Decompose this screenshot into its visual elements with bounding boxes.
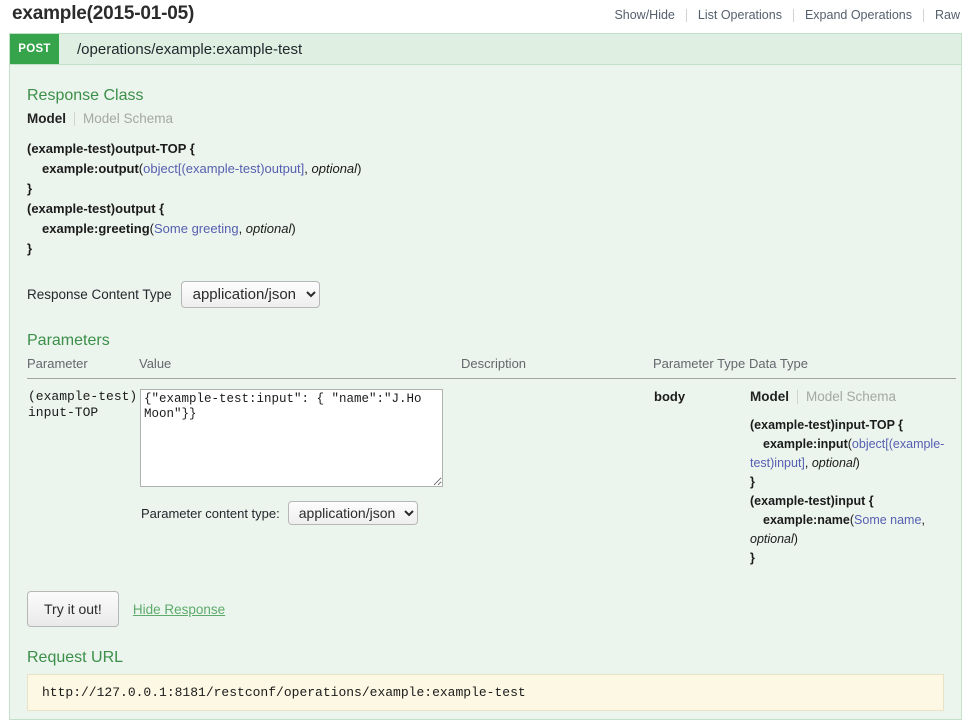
- api-header: example(2015-01-05) Show/Hide List Opera…: [0, 0, 972, 33]
- parameter-type: body: [654, 389, 686, 404]
- column-parameter: Parameter: [27, 356, 139, 379]
- paren-close: ): [855, 456, 860, 470]
- model-block-close: }: [27, 181, 33, 196]
- response-model-tabs: Model Model Schema: [27, 111, 950, 126]
- paren-close: ): [793, 532, 798, 546]
- response-class-heading: Response Class: [27, 87, 144, 104]
- try-it-out-row: Try it out! Hide Response: [27, 591, 950, 627]
- response-content-type-row: Response Content Type application/json: [27, 281, 950, 308]
- response-content-type-select[interactable]: application/json: [180, 281, 320, 308]
- tab-model-schema[interactable]: Model Schema: [798, 389, 896, 404]
- column-description: Description: [461, 356, 653, 379]
- model-block2-close: }: [27, 241, 33, 256]
- model-property-optional: optional: [811, 456, 856, 470]
- tab-model-schema[interactable]: Model Schema: [75, 111, 173, 126]
- column-data-type: Data Type: [749, 356, 956, 379]
- operation-panel: POST /operations/example:example-test Re…: [9, 33, 962, 720]
- parameter-name: (example-test)input-TOP: [28, 389, 138, 420]
- response-content-type-label: Response Content Type: [27, 287, 172, 302]
- hide-response-link[interactable]: Hide Response: [133, 602, 225, 617]
- operation-header[interactable]: POST /operations/example:example-test: [10, 34, 961, 65]
- parameter-content-type-label: Parameter content type:: [141, 505, 280, 521]
- model-property-type[interactable]: object[(example-test)output]: [143, 161, 304, 176]
- model-property-name: example:name: [763, 513, 850, 527]
- response-model-signature: (example-test)output-TOP { example:outpu…: [27, 139, 950, 259]
- tab-model[interactable]: Model: [27, 111, 74, 126]
- model-block2-open: (example-test)output {: [27, 201, 165, 216]
- parameters-heading: Parameters: [27, 332, 110, 349]
- http-method-badge: POST: [10, 34, 59, 64]
- model-block2-open: (example-test)input {: [750, 494, 874, 508]
- swagger-page: example(2015-01-05) Show/Hide List Opera…: [0, 0, 972, 720]
- operation-path: /operations/example:example-test: [77, 40, 303, 58]
- parameters-table: Parameter Value Description Parameter Ty…: [27, 356, 956, 569]
- model-block2-close: }: [750, 551, 755, 565]
- table-header-row: Parameter Value Description Parameter Ty…: [27, 356, 956, 379]
- model-block-close: }: [750, 475, 755, 489]
- paren-close: ): [291, 221, 296, 236]
- model-property-optional: optional: [750, 532, 794, 546]
- data-type-tabs: Model Model Schema: [750, 389, 955, 404]
- paren-close: ): [357, 161, 362, 176]
- model-property-type[interactable]: Some greeting: [154, 221, 239, 236]
- parameter-content-type-select[interactable]: application/json: [287, 501, 418, 525]
- request-url-heading: Request URL: [27, 649, 124, 666]
- table-row: (example-test)input-TOP Parameter conten…: [27, 379, 956, 570]
- model-property-optional: optional: [311, 161, 358, 176]
- model-property-optional: optional: [245, 221, 292, 236]
- model-property-name: example:input: [763, 437, 848, 451]
- column-parameter-type: Parameter Type: [653, 356, 749, 379]
- nav-raw[interactable]: Raw: [924, 8, 960, 22]
- parameter-description: [461, 379, 653, 570]
- comma: ,: [304, 161, 312, 176]
- column-value: Value: [139, 356, 461, 379]
- nav-expand-operations[interactable]: Expand Operations: [794, 8, 923, 22]
- comma: ,: [804, 456, 812, 470]
- parameter-value-cell: Parameter content type: application/json: [139, 379, 461, 570]
- model-property-type[interactable]: Some name: [854, 513, 921, 527]
- comma: ,: [238, 221, 246, 236]
- parameter-value-input[interactable]: [140, 389, 443, 487]
- nav-list-operations[interactable]: List Operations: [687, 8, 793, 22]
- operation-body: Response Class Model Model Schema (examp…: [10, 87, 961, 719]
- tab-model[interactable]: Model: [750, 389, 797, 404]
- data-type-signature: (example-test)input-TOP { example:input (…: [750, 416, 955, 568]
- nav-show-hide[interactable]: Show/Hide: [603, 8, 685, 22]
- comma: ,: [921, 513, 925, 527]
- request-url-value: http://127.0.0.1:8181/restconf/operation…: [27, 674, 944, 711]
- try-it-out-button[interactable]: Try it out!: [27, 591, 119, 627]
- model-property-name: example:output: [42, 161, 139, 176]
- header-nav: Show/Hide List Operations Expand Operati…: [603, 8, 960, 22]
- model-property-name: example:greeting: [42, 221, 150, 236]
- model-block-open: (example-test)input-TOP {: [750, 418, 904, 432]
- page-title: example(2015-01-05): [12, 3, 195, 24]
- parameter-data-type-cell: Model Model Schema (example-test)input-T…: [749, 379, 956, 570]
- model-block-open: (example-test)output-TOP {: [27, 141, 195, 156]
- parameter-content-type-row: Parameter content type: application/json: [140, 501, 460, 525]
